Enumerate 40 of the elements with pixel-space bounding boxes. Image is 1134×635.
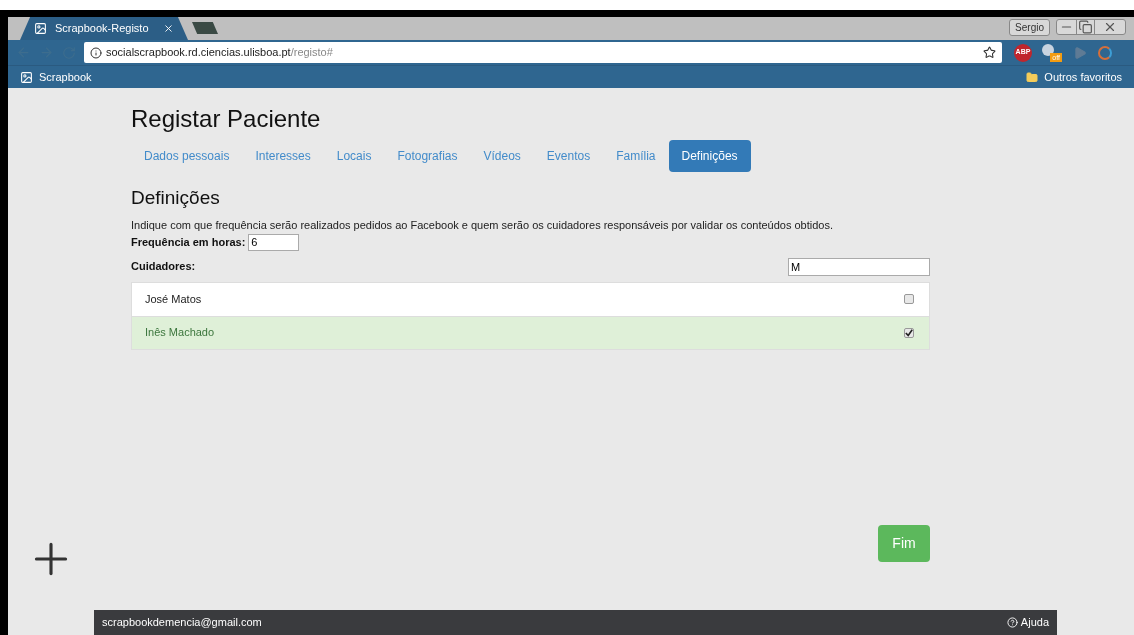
caregiver-checkbox[interactable] (904, 327, 914, 338)
other-bookmarks[interactable]: Outros favoritos (1044, 68, 1122, 86)
section-title: Definições (131, 186, 221, 210)
page-icon (20, 70, 33, 84)
frequency-input[interactable]: 6 (248, 233, 300, 251)
footer-email: scrapbookdemencia@gmail.com (102, 615, 262, 631)
info-icon (90, 46, 102, 59)
nav-tab[interactable]: Família (603, 140, 669, 172)
url-text: socialscrapbook.rd.ciencias.ulisboa.pt/registo# (106, 45, 334, 61)
filter-input[interactable]: M (788, 257, 930, 276)
restore-icon[interactable] (1077, 20, 1095, 34)
caregiver-row[interactable]: Inês Machado (132, 315, 929, 349)
browser-tab[interactable]: Scrapbook-Registo (20, 17, 188, 40)
caregiver-checkbox[interactable] (904, 294, 914, 304)
page-icon (34, 22, 47, 35)
nav-tab[interactable]: Fotografias (384, 140, 471, 172)
help-link[interactable]: Ajuda (1006, 614, 1049, 631)
caregivers-label: Cuidadores: (131, 259, 196, 275)
nav-tab[interactable]: Locais (323, 140, 385, 172)
nav-tab[interactable]: Definições (668, 140, 751, 172)
new-tab-button[interactable] (192, 22, 218, 34)
bookmark-star-icon[interactable] (983, 46, 996, 59)
caregiver-name: José Matos (145, 291, 202, 307)
caregiver-row[interactable]: José Matos (132, 282, 929, 316)
folder-icon (1026, 70, 1039, 84)
page-title: Registar Paciente (131, 104, 322, 134)
nav-tab[interactable]: Dados pessoais (131, 140, 243, 172)
frequency-label: Frequência em horas: (131, 234, 246, 250)
address-bar[interactable]: socialscrapbook.rd.ciencias.ulisboa.pt/registo# (84, 42, 1002, 63)
nav-tab[interactable]: Vídeos (470, 140, 534, 172)
nav-tab[interactable]: Eventos (533, 140, 604, 172)
caregiver-name: Inês Machado (145, 325, 215, 341)
finish-button[interactable]: Fim (878, 525, 930, 562)
close-tab-icon[interactable] (163, 23, 174, 34)
tab-title: Scrapbook-Registo (55, 21, 150, 37)
profile-button[interactable]: Sergio (1009, 19, 1050, 36)
bookmark-item[interactable]: Scrapbook (20, 68, 92, 86)
description-text: Indique com que frequência serão realizados pedidos ao Facebook e quem serão os cuidadores responsáveis por validar os conteúdos obtidos. (131, 218, 834, 233)
nav-tab[interactable]: Interesses (242, 140, 324, 172)
help-icon (1006, 617, 1018, 628)
